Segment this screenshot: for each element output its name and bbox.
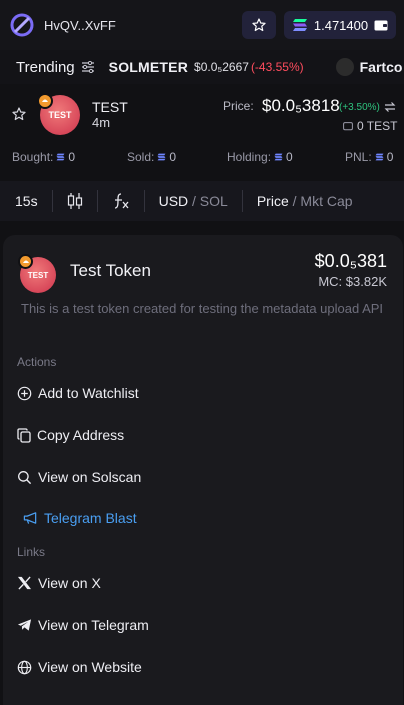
stat-holding: Holding: 0 — [227, 150, 293, 164]
menu-item-label: View on Website — [38, 659, 142, 675]
trending-ticker: Trending SOLMETER $0.0₅2667 (-43.55%) Fa… — [0, 50, 404, 84]
star-icon — [252, 18, 266, 32]
wallet-outline-icon — [343, 122, 353, 131]
divider — [143, 190, 145, 212]
price-label: Price: — [223, 99, 254, 113]
interval-button[interactable]: 15s — [15, 193, 38, 209]
token-holdings-value: 0 TEST — [357, 119, 398, 133]
token-symbol: TEST — [92, 99, 128, 115]
stat-label: Sold: — [127, 150, 155, 164]
watchlist-button[interactable] — [242, 11, 276, 39]
stat-sold: Sold: 0 — [127, 150, 176, 164]
globe-icon — [17, 660, 32, 674]
megaphone-icon — [23, 512, 37, 524]
ticker-token-name[interactable]: Fartco — [360, 59, 403, 75]
copy-icon — [17, 427, 31, 443]
swap-arrows-icon[interactable] — [384, 102, 396, 112]
solana-icon — [375, 153, 384, 161]
filter-sliders-icon — [81, 61, 94, 73]
links-section-label: Links — [17, 545, 46, 559]
token-header: TEST TEST 4m Price: $0.0₅3818 (+3.50%) 0… — [0, 84, 404, 146]
token-age: 4m — [92, 115, 111, 130]
metric-active: Price — [256, 193, 289, 209]
telegram-blast-button[interactable]: Telegram Blast — [23, 510, 137, 526]
stat-label: PNL: — [345, 150, 372, 164]
menu-item-label: View on X — [38, 575, 101, 591]
launchpad-badge-icon — [18, 254, 33, 269]
ticker-token-icon — [335, 58, 354, 76]
menu-item-label: Add to Watchlist — [38, 385, 139, 401]
trade-stats: Bought: 0 Sold: 0 Holding: 0 PNL: 0 — [0, 146, 404, 168]
menu-item-label: View on Telegram — [38, 617, 149, 633]
stat-value: 0 — [169, 150, 177, 164]
trending-label: Trending — [16, 58, 75, 76]
wallet-address[interactable]: HvQV..XvFF — [44, 18, 116, 33]
trending-filter[interactable]: Trending — [16, 59, 95, 76]
stat-value: 0 — [68, 150, 76, 164]
market-cap: MC: $3.82K — [318, 274, 387, 289]
stat-value: 0 — [386, 150, 394, 164]
menu-item-label: Telegram Blast — [44, 510, 137, 526]
token-price: $0.0₅381 — [314, 251, 387, 271]
ticker-token-name[interactable]: SOLMETER — [109, 59, 188, 75]
menu-item-label: View on Solscan — [38, 469, 142, 485]
app-logo-icon[interactable] — [10, 13, 34, 37]
view-on-website-link[interactable]: View on Website — [17, 659, 142, 675]
token-actions-sheet: TEST Test Token $0.0₅381 MC: $3.82K This… — [3, 235, 403, 705]
candlestick-icon[interactable] — [67, 192, 83, 210]
solana-icon — [274, 153, 283, 161]
stat-pnl: PNL: 0 — [345, 150, 393, 164]
token-title: Test Token — [70, 261, 151, 280]
actions-section-label: Actions — [17, 355, 57, 369]
metric-toggle[interactable]: Price / Mkt Cap — [257, 193, 353, 209]
wallet-balance-button[interactable]: 1.471400 — [284, 11, 396, 39]
search-icon — [18, 470, 32, 484]
stat-value: 0 — [286, 150, 293, 164]
ticker-token-change: (-43.55%) — [250, 60, 304, 74]
divider — [51, 190, 53, 212]
view-on-solscan-button[interactable]: View on Solscan — [17, 469, 141, 485]
divider — [96, 190, 98, 212]
add-to-watchlist-button[interactable]: Add to Watchlist — [17, 385, 139, 401]
solana-icon — [157, 153, 166, 161]
view-on-x-link[interactable]: View on X — [17, 575, 101, 591]
solana-icon — [292, 19, 307, 31]
metric-alt: / Mkt Cap — [292, 193, 353, 209]
launchpad-badge-icon — [37, 93, 53, 109]
plus-circle-icon — [17, 386, 32, 400]
chart-toolbar: 15s USD / SOL Price / Mkt Cap — [0, 181, 404, 221]
solana-icon — [56, 153, 65, 161]
menu-item-label: Copy Address — [37, 427, 125, 443]
ticker-token-price: $0.0₅2667 — [194, 60, 249, 74]
token-description: This is a test token created for testing… — [21, 301, 384, 316]
stat-bought: Bought: 0 — [12, 150, 75, 164]
token-holdings: 0 TEST — [343, 119, 397, 133]
x-logo-icon — [17, 576, 32, 590]
divider — [241, 190, 243, 212]
wallet-icon — [374, 20, 388, 31]
copy-address-button[interactable]: Copy Address — [17, 427, 124, 443]
currency-toggle[interactable]: USD / SOL — [159, 193, 228, 209]
favorite-star-icon[interactable] — [11, 106, 27, 122]
telegram-icon — [17, 619, 32, 631]
balance-value: 1.471400 — [313, 17, 369, 33]
indicators-fx-icon[interactable] — [112, 192, 130, 210]
currency-active: USD — [158, 193, 189, 209]
stat-label: Holding: — [227, 150, 272, 164]
view-on-telegram-link[interactable]: View on Telegram — [17, 617, 149, 633]
token-price-change: (+3.50%) — [339, 102, 380, 113]
token-price: $0.0₅3818 — [262, 96, 340, 115]
currency-alt: / SOL — [192, 193, 228, 209]
stat-label: Bought: — [12, 150, 54, 164]
